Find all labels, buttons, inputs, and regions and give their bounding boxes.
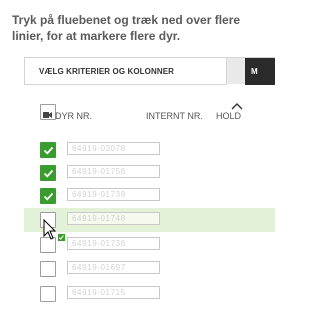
checkmark-icon bbox=[43, 169, 54, 178]
animal-nr-field: 64919-01736 bbox=[67, 237, 160, 250]
table-header: DYR NR. INTERNT NR. HOLD bbox=[24, 100, 275, 124]
animal-nr-field: 64919-01715 bbox=[67, 286, 160, 299]
animal-nr-field: 64919-03078 bbox=[67, 142, 160, 155]
checkmark-icon bbox=[43, 146, 54, 155]
table-row[interactable]: 64919-01738 bbox=[24, 184, 275, 208]
instruction-text: Tryk på fluebenet og træk ned over flere… bbox=[12, 13, 241, 43]
tab-m[interactable]: M bbox=[245, 58, 275, 85]
row-checkbox[interactable] bbox=[40, 165, 56, 181]
column-header-internal-nr[interactable]: INTERNT NR. bbox=[146, 111, 203, 121]
animal-nr-field: 64919-01756 bbox=[67, 165, 160, 178]
table-row[interactable]: 64919-01715 bbox=[24, 282, 275, 306]
table-row[interactable]: 64919-03078 bbox=[24, 138, 275, 162]
table-row[interactable]: 64919-01756 bbox=[24, 161, 275, 185]
drag-checkmark-icon bbox=[57, 233, 66, 242]
tab-select-criteria-columns[interactable]: VÆLG KRITERIER OG KOLONNER bbox=[24, 58, 227, 85]
tab-bar: VÆLG KRITERIER OG KOLONNER M bbox=[24, 57, 275, 85]
camera-icon bbox=[43, 112, 52, 118]
sort-caret-up-icon[interactable] bbox=[230, 101, 244, 111]
animal-nr-field: 64919-01748 bbox=[67, 212, 160, 225]
animal-nr-field: 64919-01738 bbox=[67, 188, 160, 201]
table-row[interactable]: 64919-01697 bbox=[24, 257, 275, 281]
row-checkbox[interactable] bbox=[40, 188, 56, 204]
animal-nr-field: 64919-01697 bbox=[67, 261, 160, 274]
row-checkbox[interactable] bbox=[40, 142, 56, 158]
row-checkbox[interactable] bbox=[40, 261, 56, 277]
row-checkbox[interactable] bbox=[40, 286, 56, 302]
table-row[interactable]: 64919-01748 bbox=[24, 208, 275, 232]
column-header-hold[interactable]: HOLD bbox=[216, 111, 241, 121]
column-header-animal-nr[interactable]: DYR NR. bbox=[55, 111, 92, 121]
checkmark-icon bbox=[43, 192, 54, 201]
